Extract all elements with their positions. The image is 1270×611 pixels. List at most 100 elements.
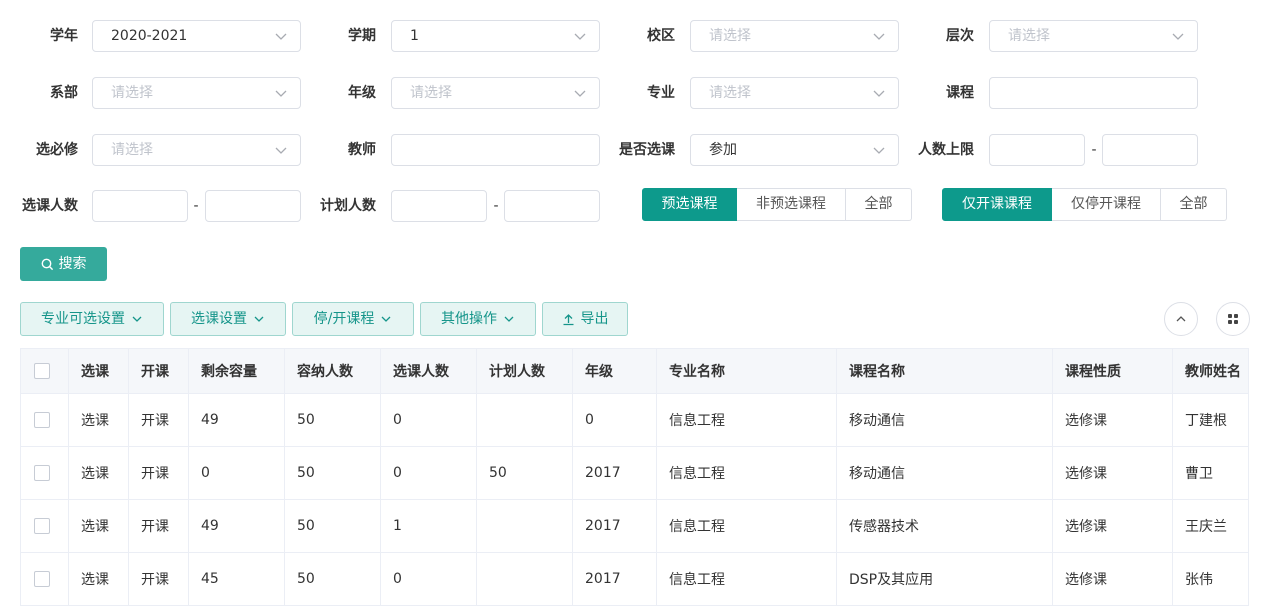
- table-row[interactable]: 选课 开课 45 50 0 2017 信息工程 DSP及其应用 选修课 张伟: [20, 552, 1249, 606]
- enrolled-count-link[interactable]: 0: [380, 446, 477, 500]
- table-cell: 50: [284, 552, 381, 606]
- grade-select[interactable]: 请选择: [391, 77, 600, 109]
- table-cell: 开课: [128, 446, 189, 500]
- is-selected-value: 参加: [709, 142, 737, 158]
- other-ops-dropdown[interactable]: 其他操作: [420, 302, 536, 336]
- chevron-down-icon: [574, 33, 586, 40]
- table-cell: 移动通信: [836, 446, 1053, 500]
- stopped-only-option[interactable]: 仅停开课程: [1052, 188, 1161, 221]
- teacher-input[interactable]: [391, 134, 600, 166]
- course-input[interactable]: [989, 77, 1198, 109]
- grade-placeholder: 请选择: [410, 85, 452, 101]
- table-cell: 50: [476, 446, 573, 500]
- table-cell: 开课: [128, 552, 189, 606]
- selection-settings-label: 选课设置: [191, 311, 247, 327]
- table-cell: 2017: [572, 446, 657, 500]
- select-all-checkbox[interactable]: [34, 363, 50, 379]
- is-selected-label: 是否选课: [619, 142, 675, 158]
- table-cell: 开课: [128, 499, 189, 553]
- academic-year-label: 学年: [50, 28, 78, 44]
- table-row[interactable]: 选课 开课 0 50 0 50 2017 信息工程 移动通信 选修课 曹卫: [20, 446, 1249, 500]
- chevron-down-icon: [275, 90, 287, 97]
- enrolled-count-link[interactable]: 0: [380, 393, 477, 447]
- is-selected-select[interactable]: 参加: [690, 134, 899, 166]
- table-cell: 选修课: [1052, 552, 1173, 606]
- required-elective-placeholder: 请选择: [111, 142, 153, 158]
- grade-label: 年级: [348, 85, 376, 101]
- selection-settings-dropdown[interactable]: 选课设置: [170, 302, 286, 336]
- range-dash: -: [1091, 142, 1097, 158]
- enrolled-count-link[interactable]: 0: [380, 552, 477, 606]
- department-select[interactable]: 请选择: [92, 77, 301, 109]
- table-cell: DSP及其应用: [836, 552, 1053, 606]
- table-cell: 信息工程: [656, 446, 837, 500]
- table-cell: [476, 552, 573, 606]
- row-select-cell[interactable]: [20, 552, 69, 606]
- table-cell: 选课: [68, 499, 129, 553]
- table-cell: 49: [188, 393, 285, 447]
- major-settings-dropdown[interactable]: 专业可选设置: [20, 302, 164, 336]
- column-header: 选课人数: [380, 348, 477, 394]
- planned-count-max-input[interactable]: [504, 190, 600, 222]
- column-header: 课程性质: [1052, 348, 1173, 394]
- non-preselect-option[interactable]: 非预选课程: [737, 188, 846, 221]
- level-placeholder: 请选择: [1008, 28, 1050, 44]
- table-cell: 开课: [128, 393, 189, 447]
- row-checkbox[interactable]: [34, 518, 50, 534]
- term-select[interactable]: 1: [391, 20, 600, 52]
- open-all-option[interactable]: 全部: [1161, 188, 1227, 221]
- row-select-cell[interactable]: [20, 393, 69, 447]
- table-cell: 选修课: [1052, 499, 1173, 553]
- table-cell: 信息工程: [656, 499, 837, 553]
- stop-open-dropdown[interactable]: 停/开课程: [292, 302, 414, 336]
- capacity-limit-min-input[interactable]: [989, 134, 1085, 166]
- preselect-option[interactable]: 预选课程: [642, 188, 737, 221]
- major-settings-label: 专业可选设置: [41, 311, 125, 327]
- export-button[interactable]: 导出: [542, 302, 628, 336]
- enrolled-count-max-input[interactable]: [205, 190, 301, 222]
- chevron-down-icon: [574, 90, 586, 97]
- table-row[interactable]: 选课 开课 49 50 1 2017 信息工程 传感器技术 选修课 王庆兰: [20, 499, 1249, 553]
- row-select-cell[interactable]: [20, 499, 69, 553]
- search-button[interactable]: 搜索: [20, 247, 107, 281]
- table-cell: 0: [572, 393, 657, 447]
- row-select-cell[interactable]: [20, 446, 69, 500]
- table-cell: 丁建根: [1172, 393, 1249, 447]
- column-settings-button[interactable]: [1216, 302, 1250, 336]
- table-cell: 选课: [68, 393, 129, 447]
- row-checkbox[interactable]: [34, 412, 50, 428]
- open-only-option[interactable]: 仅开课课程: [942, 188, 1052, 221]
- row-checkbox[interactable]: [34, 465, 50, 481]
- column-header: 年级: [572, 348, 657, 394]
- campus-select[interactable]: 请选择: [690, 20, 899, 52]
- column-header: 容纳人数: [284, 348, 381, 394]
- chevron-down-icon: [873, 33, 885, 40]
- teacher-label: 教师: [348, 142, 376, 158]
- table-row[interactable]: 选课 开课 49 50 0 0 信息工程 移动通信 选修课 丁建根: [20, 393, 1249, 447]
- level-select[interactable]: 请选择: [989, 20, 1198, 52]
- row-checkbox[interactable]: [34, 571, 50, 587]
- planned-count-min-input[interactable]: [391, 190, 487, 222]
- column-header: 选课: [68, 348, 129, 394]
- department-label: 系部: [50, 85, 78, 101]
- table-cell: 选课: [68, 552, 129, 606]
- enrolled-count-min-input[interactable]: [92, 190, 188, 222]
- enrolled-count-link[interactable]: 1: [380, 499, 477, 553]
- required-elective-select[interactable]: 请选择: [92, 134, 301, 166]
- capacity-limit-max-input[interactable]: [1102, 134, 1198, 166]
- collapse-button[interactable]: [1164, 302, 1198, 336]
- table-cell: 传感器技术: [836, 499, 1053, 553]
- academic-year-select[interactable]: 2020-2021: [92, 20, 301, 52]
- major-select[interactable]: 请选择: [690, 77, 899, 109]
- course-label: 课程: [946, 85, 974, 101]
- chevron-down-icon: [504, 316, 514, 322]
- campus-placeholder: 请选择: [709, 28, 751, 44]
- other-ops-label: 其他操作: [441, 311, 497, 327]
- preselect-all-option[interactable]: 全部: [846, 188, 912, 221]
- select-all-cell[interactable]: [20, 348, 69, 394]
- table-cell: 选修课: [1052, 393, 1173, 447]
- column-header: 开课: [128, 348, 189, 394]
- range-dash: -: [493, 198, 499, 214]
- range-dash: -: [193, 198, 199, 214]
- chevron-down-icon: [381, 316, 391, 322]
